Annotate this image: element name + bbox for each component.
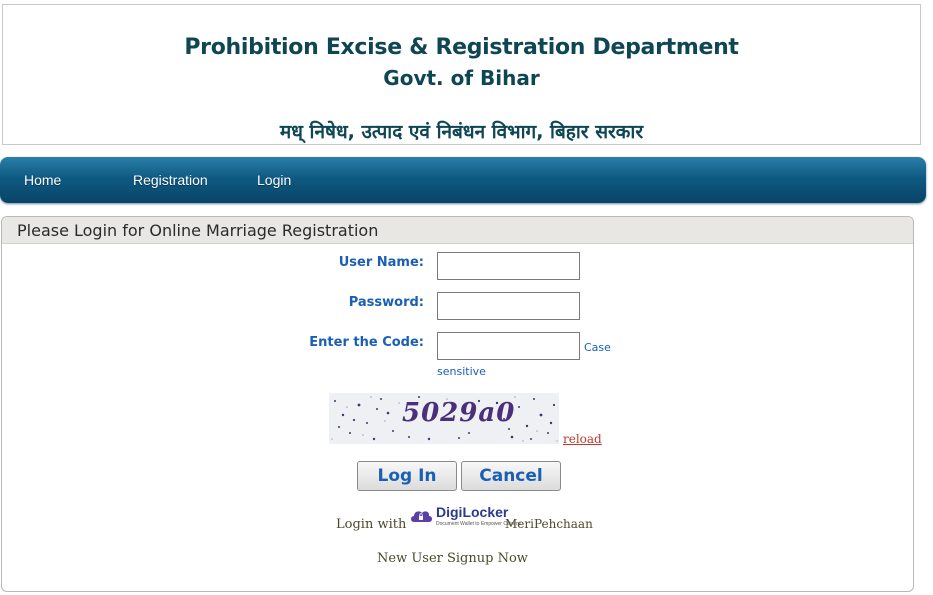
cancel-button[interactable]: Cancel <box>461 461 561 491</box>
nav-home[interactable]: Home <box>24 172 61 188</box>
case-sensitive-note: Case <box>584 341 611 354</box>
reload-captcha-link[interactable]: reload <box>563 432 602 446</box>
site-header: Prohibition Excise & Registration Depart… <box>2 4 921 145</box>
nav-login[interactable]: Login <box>257 172 291 188</box>
nav-registration[interactable]: Registration <box>133 172 208 188</box>
digilocker-name: DigiLocker <box>436 504 509 520</box>
login-with-label: Login with <box>336 517 407 532</box>
digilocker-logo[interactable]: DigiLocker Document Wallet to Empower Ci… <box>409 504 521 532</box>
login-panel: Please Login for Online Marriage Registr… <box>1 216 914 592</box>
case-sensitive-note-2: sensitive <box>437 365 486 378</box>
meripehchaan-label: MeriPehchaan <box>505 517 593 531</box>
hindi-title: मध् निषेध, उत्पाद एवं निबंधन विभाग, बिहा… <box>279 121 644 143</box>
username-label: User Name: <box>338 255 424 270</box>
government-title: Govt. of Bihar <box>383 66 540 90</box>
department-title: Prohibition Excise & Registration Depart… <box>184 35 739 60</box>
username-input[interactable] <box>437 252 580 280</box>
login-panel-title: Please Login for Online Marriage Registr… <box>2 217 913 244</box>
code-label: Enter the Code: <box>309 335 424 350</box>
password-input[interactable] <box>437 292 580 320</box>
captcha-code-input[interactable] <box>437 332 580 360</box>
password-label: Password: <box>348 295 424 310</box>
captcha-image: 5029a0 <box>329 393 559 444</box>
cloud-lock-icon <box>411 511 432 522</box>
captcha-text: 5029a0 <box>402 398 516 428</box>
signup-link[interactable]: New User Signup Now <box>377 551 528 566</box>
main-navbar: Home Registration Login <box>0 157 926 203</box>
login-button[interactable]: Log In <box>357 461 457 491</box>
